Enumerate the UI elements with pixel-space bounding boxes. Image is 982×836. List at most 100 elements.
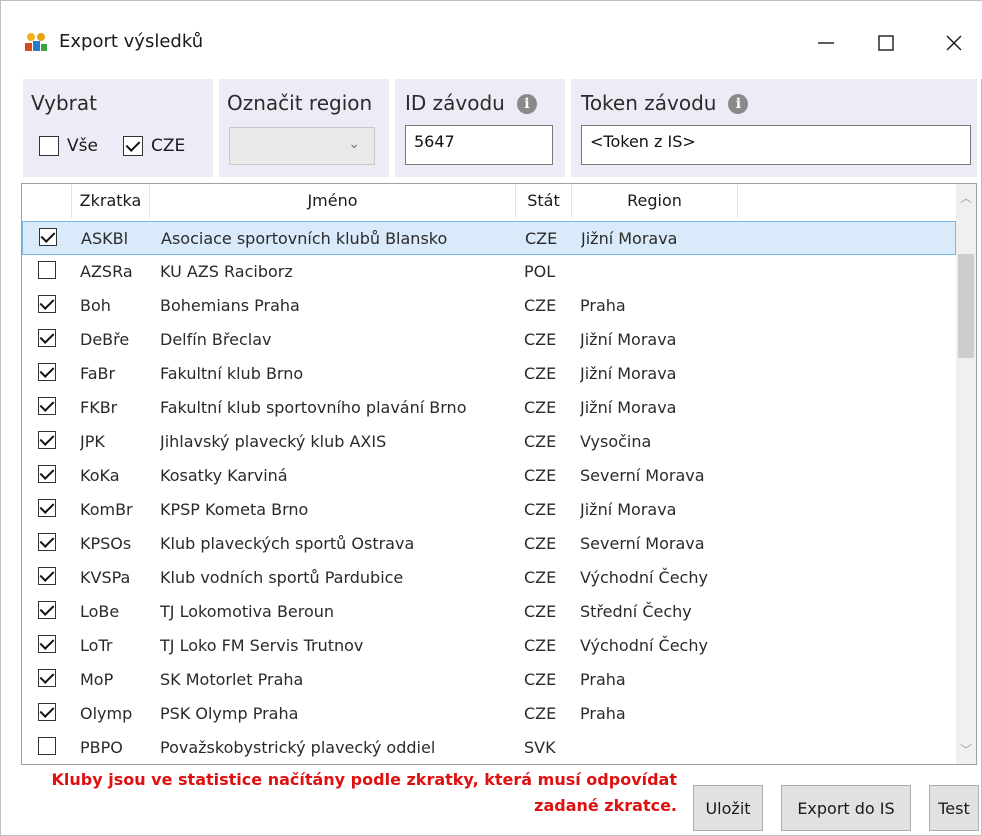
cell-abbr: MoP bbox=[80, 670, 114, 689]
race-id-input[interactable]: 5647 bbox=[405, 125, 553, 165]
table-header: Zkratka Jméno Stát Region bbox=[22, 184, 956, 218]
cell-name: Jihlavský plavecký klub AXIS bbox=[160, 432, 387, 451]
table-row[interactable]: LoBe TJ Lokomotiva Beroun CZE Střední Čechy bbox=[22, 595, 956, 629]
cell-abbr: LoBe bbox=[80, 602, 120, 621]
row-checkbox[interactable] bbox=[38, 499, 56, 517]
cell-abbr: Boh bbox=[80, 296, 111, 315]
table-row[interactable]: FaBr Fakultní klub Brno CZE Jižní Morava bbox=[22, 357, 956, 391]
table-row[interactable]: MoP SK Motorlet Praha CZE Praha bbox=[22, 663, 956, 697]
cell-abbr: KoKa bbox=[80, 466, 120, 485]
table-row[interactable]: Boh Bohemians Praha CZE Praha bbox=[22, 289, 956, 323]
cell-name: Kosatky Karviná bbox=[160, 466, 288, 485]
cell-region: Praha bbox=[580, 296, 626, 315]
row-checkbox[interactable] bbox=[38, 703, 56, 721]
cell-name: Delfín Břeclav bbox=[160, 330, 272, 349]
table-row[interactable]: KVSPa Klub vodních sportů Pardubice CZE Výc… bbox=[22, 561, 956, 595]
table-row[interactable]: ASKBl Asociace sportovních klubů Blansko C… bbox=[22, 221, 956, 255]
cell-name: SK Motorlet Praha bbox=[160, 670, 304, 689]
table-row[interactable]: LoTr TJ Loko FM Servis Trutnov CZE Východní… bbox=[22, 629, 956, 663]
race-id-panel: ID závodu i 5647 bbox=[395, 79, 565, 177]
table-row[interactable]: KPSOs Klub plaveckých sportů Ostrava CZE Se… bbox=[22, 527, 956, 561]
cell-region: Praha bbox=[580, 670, 626, 689]
cze-checkbox-label: CZE bbox=[151, 136, 186, 156]
cell-country: CZE bbox=[524, 534, 557, 553]
row-checkbox[interactable] bbox=[38, 669, 56, 687]
cell-region: Jižní Morava bbox=[580, 500, 677, 519]
table-row[interactable]: PBPO Považskobystrický plavecký oddiel SVK bbox=[22, 731, 956, 764]
app-icon bbox=[25, 33, 47, 51]
cell-name: Považskobystrický plavecký oddiel bbox=[160, 738, 436, 757]
cell-abbr: DeBře bbox=[80, 330, 130, 349]
cell-name: TJ Lokomotiva Beroun bbox=[160, 602, 335, 621]
all-checkbox[interactable] bbox=[39, 136, 59, 156]
save-button[interactable]: Uložit bbox=[693, 785, 763, 831]
token-panel: Token závodu i <Token z IS> bbox=[571, 79, 977, 177]
row-checkbox[interactable] bbox=[38, 533, 56, 551]
minimize-button[interactable] bbox=[801, 23, 851, 63]
vertical-scrollbar[interactable]: ︿ ﹀ bbox=[956, 184, 976, 764]
test-button[interactable]: Test bbox=[929, 785, 979, 831]
cell-abbr: Olymp bbox=[80, 704, 133, 723]
cell-abbr: KomBr bbox=[80, 500, 133, 519]
table-row[interactable]: KomBr KPSP Kometa Brno CZE Jižní Morava bbox=[22, 493, 956, 527]
row-checkbox[interactable] bbox=[38, 431, 56, 449]
cell-name: Klub plaveckých sportů Ostrava bbox=[160, 534, 415, 553]
row-checkbox[interactable] bbox=[38, 295, 56, 313]
cell-name: PSK Olymp Praha bbox=[160, 704, 299, 723]
title-bar: Export výsledků bbox=[1, 1, 982, 79]
cell-name: Fakultní klub Brno bbox=[160, 364, 304, 383]
token-input[interactable]: <Token z IS> bbox=[581, 125, 971, 165]
table-row[interactable]: KoKa Kosatky Karviná CZE Severní Morava bbox=[22, 459, 956, 493]
cell-name: KPSP Kometa Brno bbox=[160, 500, 309, 519]
cell-abbr: KVSPa bbox=[80, 568, 131, 587]
row-checkbox[interactable] bbox=[38, 329, 56, 347]
header-region[interactable]: Region bbox=[572, 184, 738, 218]
scroll-thumb[interactable] bbox=[958, 254, 974, 358]
cell-country: CZE bbox=[524, 500, 557, 519]
cell-abbr: JPK bbox=[80, 432, 105, 451]
cell-region: Vysočina bbox=[580, 432, 652, 451]
cell-country: CZE bbox=[524, 296, 557, 315]
header-country[interactable]: Stát bbox=[516, 184, 572, 218]
row-checkbox[interactable] bbox=[38, 601, 56, 619]
cell-abbr: LoTr bbox=[80, 636, 113, 655]
row-checkbox[interactable] bbox=[38, 397, 56, 415]
region-panel: Označit region ⌄ bbox=[219, 79, 389, 177]
row-checkbox[interactable] bbox=[38, 465, 56, 483]
row-checkbox[interactable] bbox=[38, 567, 56, 585]
table-row[interactable]: AZSRa KU AZS Raciborz POL bbox=[22, 255, 956, 289]
row-checkbox[interactable] bbox=[38, 363, 56, 381]
cell-country: CZE bbox=[524, 704, 557, 723]
table-row[interactable]: FKBr Fakultní klub sportovního plavání Br… bbox=[22, 391, 956, 425]
table-row[interactable]: Olymp PSK Olymp Praha CZE Praha bbox=[22, 697, 956, 731]
cell-region: Jižní Morava bbox=[580, 398, 677, 417]
maximize-button[interactable] bbox=[861, 23, 911, 63]
table-row[interactable]: DeBře Delfín Břeclav CZE Jižní Morava bbox=[22, 323, 956, 357]
region-select[interactable]: ⌄ bbox=[229, 127, 375, 165]
cell-name: Klub vodních sportů Pardubice bbox=[160, 568, 404, 587]
race-id-label-wrap: ID závodu i bbox=[405, 91, 537, 115]
header-name[interactable]: Jméno bbox=[150, 184, 516, 218]
select-panel: Vybrat Vše CZE bbox=[23, 79, 213, 177]
cell-region: Střední Čechy bbox=[580, 602, 692, 621]
cell-region: Východní Čechy bbox=[580, 568, 708, 587]
info-icon[interactable]: i bbox=[728, 94, 749, 114]
scroll-up-icon[interactable]: ︿ bbox=[956, 188, 976, 208]
cell-name: TJ Loko FM Servis Trutnov bbox=[160, 636, 364, 655]
export-to-is-button[interactable]: Export do IS bbox=[781, 785, 911, 831]
cell-country: CZE bbox=[524, 432, 557, 451]
table-row[interactable]: JPK Jihlavský plavecký klub AXIS CZE Vysoči… bbox=[22, 425, 956, 459]
row-checkbox[interactable] bbox=[39, 228, 57, 246]
close-button[interactable] bbox=[929, 23, 979, 63]
scroll-down-icon[interactable]: ﹀ bbox=[956, 740, 976, 760]
cell-region: Praha bbox=[580, 704, 626, 723]
cze-checkbox[interactable] bbox=[123, 136, 143, 156]
chevron-down-icon: ⌄ bbox=[348, 136, 360, 152]
cell-country: CZE bbox=[524, 636, 557, 655]
row-checkbox[interactable] bbox=[38, 635, 56, 653]
header-abbr[interactable]: Zkratka bbox=[72, 184, 150, 218]
row-checkbox[interactable] bbox=[38, 737, 56, 755]
info-icon[interactable]: i bbox=[516, 94, 537, 114]
row-checkbox[interactable] bbox=[38, 261, 56, 279]
cell-country: CZE bbox=[524, 330, 557, 349]
